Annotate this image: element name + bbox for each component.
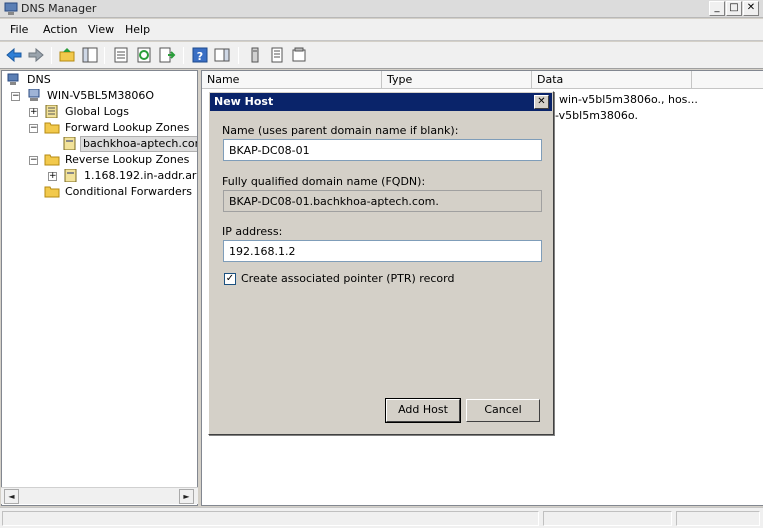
fqdn-field bbox=[223, 190, 542, 212]
dialog-close-button[interactable]: ✕ bbox=[534, 95, 549, 109]
collapse-reverse-zones-button[interactable]: − bbox=[29, 156, 38, 165]
folder-icon bbox=[44, 154, 60, 166]
expand-global-logs-button[interactable]: + bbox=[29, 108, 38, 117]
show-hide-action-pane-icon[interactable] bbox=[213, 46, 231, 64]
tree-label-reverse-zones: Reverse Lookup Zones bbox=[65, 153, 190, 166]
menu-file[interactable]: File bbox=[10, 23, 28, 36]
zone-icon bbox=[64, 169, 77, 182]
status-panel-tertiary bbox=[676, 511, 760, 526]
collapse-forward-zones-button[interactable]: − bbox=[29, 124, 38, 133]
tree-item-server[interactable]: − WIN-V5BL5M3806O bbox=[6, 88, 196, 104]
folder-icon bbox=[44, 122, 60, 134]
expand-reverse-zone-button[interactable]: + bbox=[48, 172, 57, 181]
zone-records-icon[interactable] bbox=[290, 46, 308, 64]
dialog-title: New Host bbox=[214, 95, 274, 108]
host-name-input[interactable] bbox=[223, 139, 542, 161]
tree-label-conditional-forwarders: Conditional Forwarders bbox=[65, 185, 193, 198]
status-panel-main bbox=[2, 511, 539, 526]
global-logs-icon bbox=[45, 105, 58, 118]
tree-item-global-logs[interactable]: + Global Logs bbox=[6, 104, 196, 120]
menu-view[interactable]: View bbox=[88, 23, 114, 36]
help-icon[interactable]: ? bbox=[191, 46, 209, 64]
column-header-type[interactable]: Type bbox=[382, 71, 532, 89]
cancel-button[interactable]: Cancel bbox=[466, 399, 540, 422]
server-icon[interactable] bbox=[246, 46, 264, 64]
scroll-right-button[interactable]: ► bbox=[179, 489, 194, 504]
tree-item-dns[interactable]: DNS bbox=[6, 72, 186, 88]
tree-item-forward-lookup-zones[interactable]: − Forward Lookup Zones bbox=[6, 120, 196, 136]
window-titlebar: DNS Manager _ □ ✕ bbox=[0, 0, 763, 18]
server-icon bbox=[28, 89, 40, 101]
list-row-data[interactable]: -v5bl5m3806o. bbox=[555, 109, 638, 122]
name-label: Name (uses parent domain name if blank): bbox=[222, 124, 459, 137]
tree-label-dns: DNS bbox=[27, 73, 51, 86]
back-arrow-icon[interactable] bbox=[5, 46, 23, 64]
menu-bar: File Action View Help bbox=[0, 19, 763, 41]
console-tree: DNS − WIN-V5BL5M3806O + Global Logs − Fo… bbox=[1, 70, 198, 506]
column-header-filler bbox=[692, 71, 763, 89]
tree-item-reverse-zone[interactable]: + 1.168.192.in-addr.arpa bbox=[6, 168, 198, 184]
tree-label-forward-zones: Forward Lookup Zones bbox=[65, 121, 190, 134]
minimize-button[interactable]: _ bbox=[709, 1, 725, 16]
create-ptr-checkbox[interactable]: ✓ bbox=[224, 273, 236, 285]
add-host-button[interactable]: Add Host bbox=[385, 398, 461, 423]
tree-item-reverse-lookup-zones[interactable]: − Reverse Lookup Zones bbox=[6, 152, 196, 168]
svg-text:?: ? bbox=[197, 50, 203, 63]
tree-label-server: WIN-V5BL5M3806O bbox=[47, 89, 155, 102]
maximize-button[interactable]: □ bbox=[726, 1, 742, 16]
tree-item-bachkhoa-aptech-zone[interactable]: bachkhoa-aptech.com bbox=[60, 136, 197, 152]
create-ptr-label[interactable]: Create associated pointer (PTR) record bbox=[241, 272, 454, 285]
zone-icon bbox=[63, 137, 76, 150]
toolbar: ? bbox=[0, 42, 763, 69]
column-header-name[interactable]: Name bbox=[202, 71, 382, 89]
up-folder-icon[interactable] bbox=[58, 46, 76, 64]
export-list-icon[interactable] bbox=[158, 46, 176, 64]
menu-help[interactable]: Help bbox=[125, 23, 150, 36]
toolbar-separator bbox=[104, 47, 105, 64]
fqdn-label: Fully qualified domain name (FQDN): bbox=[222, 175, 426, 188]
forward-arrow-icon[interactable] bbox=[27, 46, 45, 64]
window-title: DNS Manager bbox=[21, 2, 97, 15]
tree-label-global-logs: Global Logs bbox=[65, 105, 129, 118]
column-header-data[interactable]: Data bbox=[532, 71, 692, 89]
dns-root-icon bbox=[7, 73, 19, 85]
ip-address-input[interactable] bbox=[223, 240, 542, 262]
close-button[interactable]: ✕ bbox=[743, 1, 759, 16]
dialog-titlebar: New Host ✕ bbox=[210, 93, 552, 111]
toolbar-separator bbox=[238, 47, 239, 64]
menu-action[interactable]: Action bbox=[43, 23, 77, 36]
ip-address-label: IP address: bbox=[222, 225, 283, 238]
toolbar-separator bbox=[183, 47, 184, 64]
folder-icon bbox=[44, 186, 60, 198]
new-host-dialog: New Host ✕ Name (uses parent domain name… bbox=[208, 91, 554, 435]
toolbar-separator bbox=[51, 47, 52, 64]
scroll-left-button[interactable]: ◄ bbox=[4, 489, 19, 504]
status-panel-secondary bbox=[543, 511, 672, 526]
tree-item-conditional-forwarders[interactable]: Conditional Forwarders bbox=[6, 184, 196, 200]
tree-label-forward-zone-item: bachkhoa-aptech.com bbox=[80, 136, 197, 152]
dns-manager-icon bbox=[4, 2, 18, 15]
tree-horizontal-scrollbar[interactable]: ◄ ► bbox=[1, 487, 198, 504]
collapse-server-button[interactable]: − bbox=[11, 92, 20, 101]
tree-label-reverse-zone-item: 1.168.192.in-addr.arpa bbox=[84, 169, 198, 182]
properties-icon[interactable] bbox=[112, 46, 130, 64]
list-row-data[interactable]: win-v5bl5m3806o., hos... bbox=[559, 93, 698, 106]
status-bar bbox=[0, 507, 763, 528]
refresh-icon[interactable] bbox=[135, 46, 153, 64]
record-list-icon[interactable] bbox=[268, 46, 286, 64]
console-tree-icon[interactable] bbox=[81, 46, 99, 64]
